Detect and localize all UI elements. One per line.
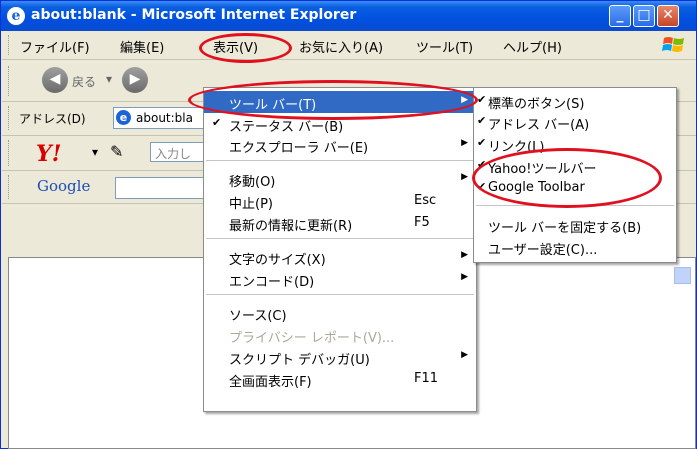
submenu-arrow-icon: ▶	[461, 272, 468, 282]
menu-item-label: スクリプト デバッガ(U)	[229, 353, 370, 368]
pencil-icon[interactable]: ✎	[110, 142, 123, 161]
menu-item-label: ツール バーを固定する(B)	[488, 221, 642, 236]
maximize-button[interactable]: □	[633, 5, 655, 27]
checkmark-icon: ✔	[477, 93, 487, 106]
submenu-arrow-icon: ▶	[461, 250, 468, 260]
annotation-circle-yahoo-google	[472, 148, 662, 208]
menu-separator	[206, 238, 474, 239]
menu-item-go-to[interactable]: 移動(O) ▶	[204, 168, 476, 190]
window-title: about:blank - Microsoft Internet Explore…	[31, 7, 357, 23]
menu-tools[interactable]: ツール(T)	[416, 37, 473, 56]
annotation-circle-toolbars	[188, 80, 478, 120]
menu-item-full-screen[interactable]: 全画面表示(F) F11	[204, 368, 476, 390]
submenu-item-address-bar[interactable]: ✔ アドレス バー(A)	[474, 111, 676, 133]
toolbar-grip[interactable]	[8, 140, 11, 166]
back-label[interactable]: 戻る	[72, 73, 96, 90]
dropdown-icon[interactable]: ▾	[92, 145, 98, 159]
windows-logo-icon	[662, 37, 684, 52]
ie-page-icon: e	[116, 110, 131, 125]
back-dropdown-icon[interactable]: ▾	[106, 72, 112, 86]
forward-arrow-icon[interactable]: ▶	[122, 67, 148, 93]
menu-item-source[interactable]: ソース(C)	[204, 302, 476, 324]
menu-item-text-size[interactable]: 文字のサイズ(X) ▶	[204, 246, 476, 268]
menu-item-label: エンコード(D)	[229, 275, 315, 290]
menu-separator	[206, 160, 474, 161]
menu-item-label: 標準のボタン(S)	[488, 97, 585, 112]
checkmark-icon: ✔	[477, 114, 487, 127]
toolbar-grip[interactable]	[8, 66, 11, 96]
menu-item-label: エクスプローラ バー(E)	[229, 141, 369, 156]
title-bar[interactable]: e about:blank - Microsoft Internet Explo…	[1, 1, 696, 31]
google-search-input[interactable]	[115, 177, 210, 199]
close-button[interactable]: ✕	[657, 5, 679, 27]
menu-item-label: プライバシー レポート(V)...	[229, 331, 395, 346]
menu-item-label: 全画面表示(F)	[229, 375, 312, 390]
shortcut-label: F11	[414, 371, 439, 386]
address-value: about:bla	[136, 111, 193, 125]
menu-item-label: ユーザー設定(C)...	[488, 243, 598, 258]
menu-item-label: 中止(P)	[229, 197, 273, 212]
toolbar-grip[interactable]	[8, 35, 11, 55]
yahoo-search-placeholder: 入力し	[155, 147, 192, 161]
menu-file[interactable]: ファイル(F)	[20, 37, 90, 56]
yahoo-logo[interactable]: Y!	[36, 141, 61, 167]
back-arrow-icon[interactable]: ◀	[42, 67, 68, 93]
yahoo-search-input[interactable]: 入力し	[150, 142, 210, 162]
menu-item-label: 最新の情報に更新(R)	[229, 219, 353, 234]
view-menu: ツール バー(T) ▶ ✔ ステータス バー(B) エクスプローラ バー(E) …	[203, 87, 477, 412]
minimize-button[interactable]: _	[609, 5, 631, 27]
annotation-circle-view-menu	[199, 33, 292, 63]
menu-item-stop[interactable]: 中止(P) Esc	[204, 190, 476, 212]
menu-favorites[interactable]: お気に入り(A)	[299, 37, 383, 56]
submenu-item-lock-toolbars[interactable]: ツール バーを固定する(B)	[474, 214, 676, 236]
menu-item-encoding[interactable]: エンコード(D) ▶	[204, 268, 476, 290]
menu-separator	[206, 294, 474, 295]
menu-item-label: ソース(C)	[229, 309, 287, 324]
menu-item-refresh[interactable]: 最新の情報に更新(R) F5	[204, 212, 476, 234]
address-input[interactable]: e about:bla	[113, 107, 209, 129]
shortcut-label: F5	[414, 215, 430, 230]
menu-item-privacy-report: プライバシー レポート(V)...	[204, 324, 476, 346]
menu-item-label: 移動(O)	[229, 175, 276, 190]
menu-item-label: アドレス バー(A)	[488, 118, 590, 133]
submenu-arrow-icon: ▶	[461, 350, 468, 360]
menu-edit[interactable]: 編集(E)	[120, 37, 164, 56]
google-logo: Google	[37, 177, 91, 195]
scroll-up-button[interactable]	[674, 267, 691, 284]
ie-e-icon: e	[7, 7, 25, 25]
submenu-arrow-icon: ▶	[461, 138, 468, 148]
toolbar-grip[interactable]	[8, 175, 11, 199]
menu-help[interactable]: ヘルプ(H)	[503, 37, 562, 56]
submenu-arrow-icon: ▶	[461, 172, 468, 182]
checkmark-icon: ✔	[212, 116, 222, 129]
menu-item-script-debugger[interactable]: スクリプト デバッガ(U) ▶	[204, 346, 476, 368]
menu-item-label: 文字のサイズ(X)	[229, 253, 326, 268]
menu-bar: ファイル(F) 編集(E) 表示(V) お気に入り(A) ツール(T) ヘルプ(…	[2, 31, 696, 60]
address-label: アドレス(D)	[19, 112, 86, 126]
submenu-item-customize[interactable]: ユーザー設定(C)...	[474, 236, 676, 258]
checkmark-icon: ✔	[477, 136, 487, 149]
submenu-item-standard-buttons[interactable]: ✔ 標準のボタン(S)	[474, 90, 676, 112]
menu-item-explorer-bar[interactable]: エクスプローラ バー(E) ▶	[204, 134, 476, 156]
toolbar-grip[interactable]	[8, 106, 11, 130]
shortcut-label: Esc	[414, 193, 437, 208]
